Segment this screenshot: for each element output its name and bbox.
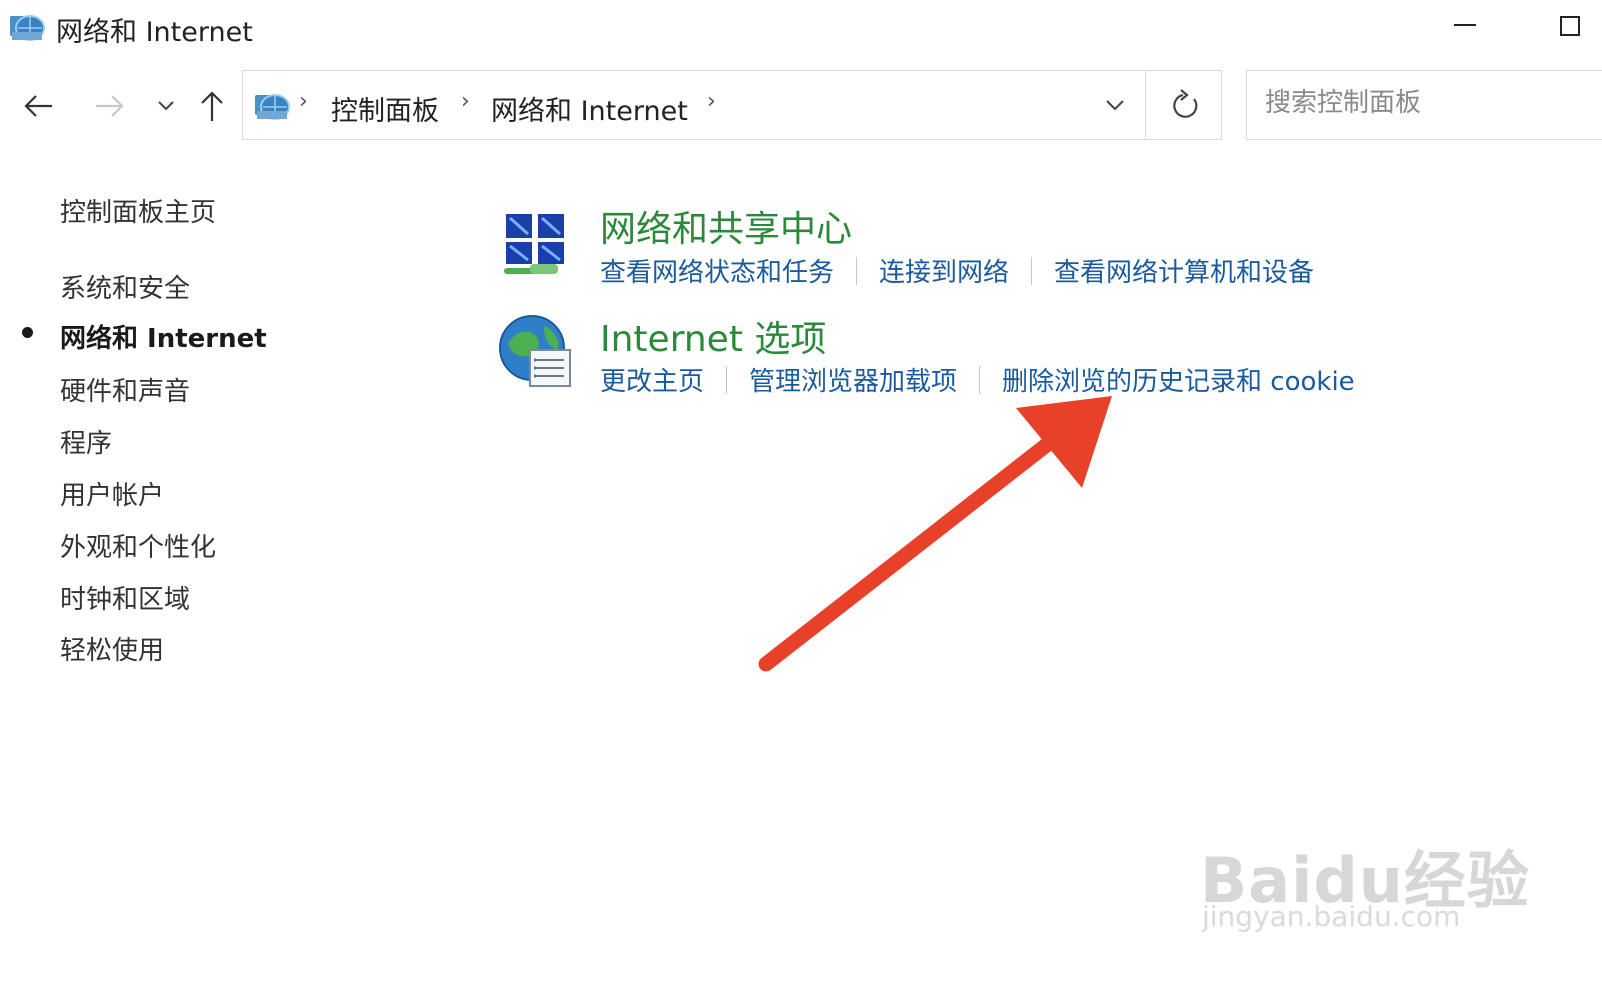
window-title: 网络和 Internet (56, 17, 253, 48)
category-title-internet-options[interactable]: Internet 选项 (600, 310, 826, 362)
link-divider (979, 365, 981, 394)
breadcrumb-control-panel[interactable]: 控制面板 (331, 89, 439, 128)
sidebar-item-ease-of-access[interactable]: 轻松使用 (60, 630, 164, 667)
chevron-down-icon (158, 101, 174, 111)
link-manage-add-ons[interactable]: 管理浏览器加载项 (749, 361, 957, 398)
forward-button[interactable] (90, 86, 130, 126)
sidebar-item-programs[interactable]: 程序 (60, 423, 112, 460)
link-connect-to-network[interactable]: 连接到网络 (879, 252, 1009, 289)
watermark-url: jingyan.baidu.com (1202, 900, 1461, 933)
network-sharing-center-icon[interactable] (500, 208, 572, 280)
category-links-internet-options: 更改主页 管理浏览器加载项 删除浏览的历史记录和 cookie (600, 361, 1355, 398)
address-dropdown-icon[interactable] (1095, 85, 1135, 125)
category-links-network: 查看网络状态和任务 连接到网络 查看网络计算机和设备 (600, 252, 1314, 289)
internet-options-icon[interactable] (498, 314, 576, 390)
link-view-network-computers[interactable]: 查看网络计算机和设备 (1054, 252, 1314, 289)
breadcrumb-network-internet[interactable]: 网络和 Internet (491, 89, 688, 128)
sidebar-item-appearance[interactable]: 外观和个性化 (60, 527, 216, 564)
network-folder-icon (255, 94, 290, 120)
link-delete-browsing-history[interactable]: 删除浏览的历史记录和 cookie (1002, 361, 1355, 398)
search-input[interactable] (1263, 87, 1597, 119)
active-indicator (22, 327, 33, 338)
address-bar[interactable]: › 控制面板 › 网络和 Internet › (242, 70, 1222, 140)
sidebar-item-user-accounts[interactable]: 用户帐户 (60, 475, 164, 512)
sidebar-item-control-panel-home[interactable]: 控制面板主页 (60, 192, 216, 229)
arrow-up-icon (201, 91, 223, 121)
link-view-network-status[interactable]: 查看网络状态和任务 (600, 252, 834, 289)
link-divider (726, 365, 728, 394)
link-change-home-page[interactable]: 更改主页 (600, 361, 704, 398)
title-bar: 网络和 Internet (0, 0, 1602, 56)
minimize-button[interactable] (1452, 8, 1482, 38)
sidebar-item-clock-region[interactable]: 时钟和区域 (60, 579, 190, 616)
search-box[interactable] (1246, 70, 1602, 140)
breadcrumb-separator-icon[interactable]: › (707, 89, 716, 114)
maximize-button[interactable] (1556, 8, 1586, 38)
sidebar-item-system-security[interactable]: 系统和安全 (60, 268, 190, 305)
link-divider (1031, 256, 1033, 285)
recent-locations-button[interactable] (146, 86, 186, 126)
back-button[interactable] (18, 86, 58, 126)
refresh-icon[interactable] (1163, 85, 1207, 125)
breadcrumb-separator-icon[interactable]: › (299, 89, 308, 114)
network-folder-icon (10, 15, 45, 41)
arrow-left-icon (24, 95, 52, 117)
link-divider (856, 256, 858, 285)
sidebar-item-hardware-sound[interactable]: 硬件和声音 (60, 371, 190, 408)
sidebar-item-network-internet[interactable]: 网络和 Internet (60, 318, 267, 355)
up-button[interactable] (192, 86, 232, 126)
baidu-watermark: Baidu经验 jingyan.baidu.com (1200, 800, 1529, 950)
address-divider (1145, 71, 1146, 139)
category-title-network-sharing-center[interactable]: 网络和共享中心 (600, 200, 852, 252)
breadcrumb-separator-icon[interactable]: › (461, 89, 470, 114)
arrow-right-icon (96, 95, 124, 117)
